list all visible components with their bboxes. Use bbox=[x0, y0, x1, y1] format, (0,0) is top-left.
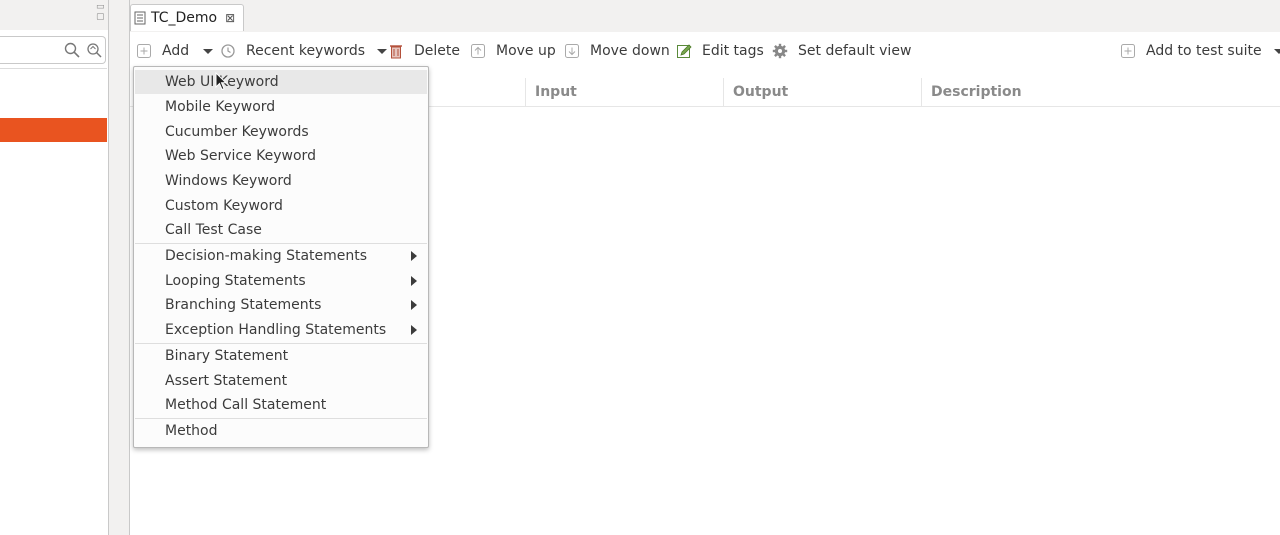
menu-item-custom-keyword[interactable]: Custom Keyword bbox=[135, 194, 427, 218]
menu-item-binary-statement[interactable]: Binary Statement bbox=[135, 344, 427, 368]
move-up-label: Move up bbox=[496, 43, 556, 59]
move-up-button[interactable]: Move up bbox=[470, 34, 556, 68]
explorer-search-input[interactable] bbox=[0, 36, 106, 64]
menu-item-branching-statements[interactable]: Branching Statements bbox=[135, 293, 427, 317]
add-icon bbox=[1121, 44, 1135, 58]
add-icon bbox=[137, 44, 151, 58]
add-dropdown-menu: Web UI Keyword Mobile Keyword Cucumber K… bbox=[133, 66, 429, 448]
arrow-up-icon bbox=[471, 44, 485, 58]
menu-item-cucumber-keywords[interactable]: Cucumber Keywords bbox=[135, 120, 427, 144]
menu-item-call-test-case[interactable]: Call Test Case bbox=[135, 218, 427, 242]
menu-item-web-ui-keyword[interactable]: Web UI Keyword bbox=[135, 70, 427, 94]
move-down-button[interactable]: Move down bbox=[564, 34, 670, 68]
edit-tags-label: Edit tags bbox=[702, 43, 764, 59]
edit-tags-button[interactable]: Edit tags bbox=[676, 34, 764, 68]
delete-label: Delete bbox=[414, 43, 460, 59]
editor-tab-strip: TC_Demo ⊠ bbox=[130, 0, 1280, 32]
search-icon[interactable] bbox=[64, 42, 80, 58]
menu-item-method[interactable]: Method bbox=[135, 419, 427, 443]
menu-item-label: Looping Statements bbox=[165, 273, 306, 289]
editor-toolbar: Add Recent keywords Delete Move up Move … bbox=[130, 34, 1280, 68]
recent-keywords-label: Recent keywords bbox=[246, 43, 366, 59]
menu-item-decision-making-statements[interactable]: Decision-making Statements bbox=[135, 244, 427, 268]
menu-item-label: Decision-making Statements bbox=[165, 248, 368, 264]
chevron-right-icon bbox=[411, 251, 417, 261]
test-case-icon bbox=[134, 11, 146, 25]
chevron-right-icon bbox=[411, 325, 417, 335]
menu-item-exception-handling-statements[interactable]: Exception Handling Statements bbox=[135, 318, 427, 342]
delete-button[interactable]: Delete bbox=[388, 34, 460, 68]
add-to-test-suite-button[interactable]: Add to test suite bbox=[1120, 34, 1280, 68]
arrow-down-icon bbox=[565, 44, 579, 58]
set-default-view-button[interactable]: Set default view bbox=[772, 34, 911, 68]
close-icon[interactable]: ⊠ bbox=[225, 11, 235, 25]
tab-title: TC_Demo bbox=[151, 10, 218, 26]
chevron-down-icon[interactable] bbox=[1273, 46, 1280, 56]
menu-item-mobile-keyword[interactable]: Mobile Keyword bbox=[135, 95, 427, 119]
add-button[interactable]: Add bbox=[136, 34, 214, 68]
tab-tc-demo[interactable]: TC_Demo ⊠ bbox=[130, 4, 245, 31]
menu-item-label: Exception Handling Statements bbox=[165, 322, 387, 338]
panel-header bbox=[0, 0, 108, 30]
set-default-view-label: Set default view bbox=[798, 43, 912, 59]
chevron-right-icon bbox=[411, 276, 417, 286]
trash-icon bbox=[390, 45, 402, 59]
add-label: Add bbox=[162, 43, 190, 59]
add-to-test-suite-label: Add to test suite bbox=[1146, 43, 1262, 59]
chevron-down-icon[interactable] bbox=[377, 46, 388, 56]
pencil-icon bbox=[677, 44, 692, 58]
mouse-cursor-icon bbox=[215, 72, 227, 91]
minimize-maximize-icon[interactable]: ▭ ▢ bbox=[96, 2, 108, 22]
test-explorer-panel: ▭ ▢ bbox=[0, 0, 109, 535]
menu-item-web-service-keyword[interactable]: Web Service Keyword bbox=[135, 144, 427, 168]
column-input[interactable]: Input bbox=[525, 78, 723, 106]
chevron-down-icon[interactable] bbox=[203, 46, 214, 56]
column-description[interactable]: Description bbox=[921, 78, 1280, 106]
menu-item-label: Branching Statements bbox=[165, 297, 322, 313]
column-output[interactable]: Output bbox=[723, 78, 921, 106]
recent-keywords-button[interactable]: Recent keywords bbox=[220, 34, 388, 68]
clock-icon bbox=[221, 44, 235, 58]
chevron-right-icon bbox=[411, 300, 417, 310]
menu-item-windows-keyword[interactable]: Windows Keyword bbox=[135, 169, 427, 193]
app-window: ▭ ▢ TC_Demo ⊠ Add Recent keywords Delete… bbox=[0, 0, 1280, 535]
menu-item-looping-statements[interactable]: Looping Statements bbox=[135, 269, 427, 293]
selected-tree-item[interactable] bbox=[0, 118, 107, 142]
gear-icon bbox=[772, 43, 788, 59]
advanced-search-icon[interactable] bbox=[86, 42, 102, 58]
menu-item-method-call-statement[interactable]: Method Call Statement bbox=[135, 393, 427, 417]
panel-divider bbox=[0, 68, 107, 69]
menu-item-assert-statement[interactable]: Assert Statement bbox=[135, 369, 427, 393]
move-down-label: Move down bbox=[590, 43, 670, 59]
panel-splitter[interactable] bbox=[109, 0, 129, 535]
